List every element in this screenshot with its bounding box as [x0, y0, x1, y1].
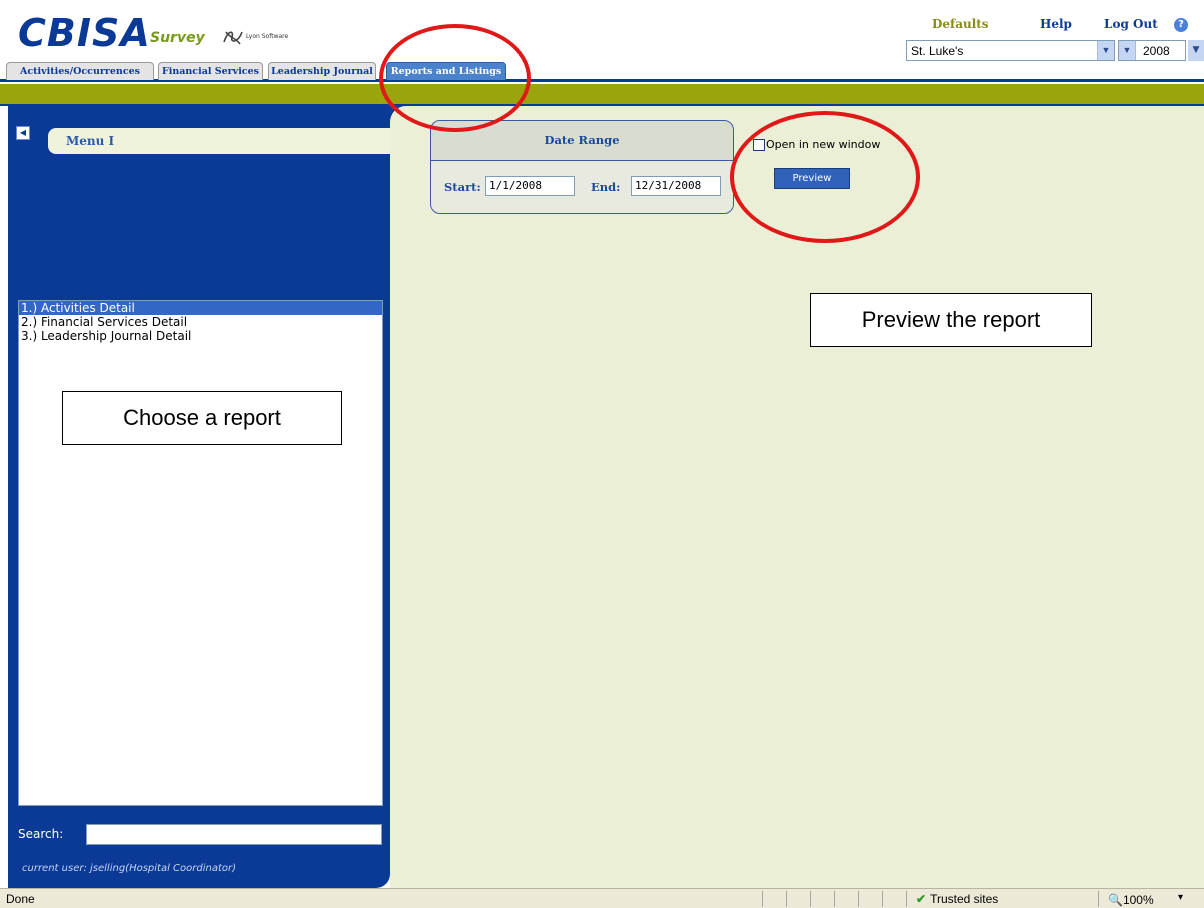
logout-link[interactable]: Log Out [1104, 17, 1158, 31]
highlight-ring [379, 24, 531, 132]
lyon-logo-icon [223, 31, 243, 45]
divider [786, 891, 787, 907]
status-text: Done [6, 892, 35, 906]
divider [810, 891, 811, 907]
date-range-title: Date Range [544, 133, 620, 147]
callout-choose-report: Choose a report [62, 391, 342, 445]
date-range-panel: Date Range Start: 1/1/2008 End: 12/31/20… [430, 120, 734, 214]
callout-preview-report: Preview the report [810, 293, 1092, 347]
list-item[interactable]: 2.) Financial Services Detail [19, 315, 382, 329]
list-item[interactable]: 1.) Activities Detail [19, 301, 382, 315]
accent-bar [0, 84, 1204, 104]
search-input[interactable] [86, 824, 382, 845]
divider [762, 891, 763, 907]
help-link[interactable]: Help [1040, 17, 1072, 31]
tab-bar: Activities/Occurrences Financial Service… [0, 62, 1204, 82]
chevron-down-icon[interactable]: ▼ [1119, 41, 1136, 60]
divider [882, 891, 883, 907]
menu-label: Menu I [66, 134, 115, 148]
logo-survey-text: Survey [150, 30, 205, 46]
app-window: CBISA Survey Lyon Software Defaults Help… [0, 0, 1204, 908]
menu-tab[interactable]: Menu I [48, 128, 398, 154]
hospital-select-value: St. Luke's [911, 44, 964, 58]
divider [834, 891, 835, 907]
cbisa-logo: CBISA [18, 11, 151, 55]
chevron-down-icon[interactable]: ▾ [1178, 892, 1183, 903]
tab-activities-occurrences[interactable]: Activities/Occurrences [6, 62, 154, 80]
magnifier-icon: 🔍 [1108, 893, 1123, 907]
start-label: Start: [444, 180, 481, 194]
search-label: Search: [18, 827, 64, 841]
status-bar: Done ✔ Trusted sites 🔍100% ▾ [0, 888, 1204, 908]
chevron-down-icon[interactable]: ▼ [1097, 41, 1114, 60]
hospital-select[interactable]: St. Luke's ▼ [906, 40, 1115, 61]
end-date-input[interactable]: 12/31/2008 [631, 176, 721, 196]
current-user-text: current user: jselling(Hospital Coordina… [22, 863, 237, 874]
report-list[interactable]: 1.) Activities Detail 2.) Financial Serv… [18, 300, 383, 806]
divider [906, 891, 907, 907]
defaults-link[interactable]: Defaults [932, 17, 989, 31]
end-label: End: [591, 180, 621, 194]
highlight-ring [730, 111, 920, 243]
divider [858, 891, 859, 907]
help-question-icon[interactable]: ? [1174, 18, 1188, 32]
security-zone-label: Trusted sites [930, 892, 999, 906]
year-select-value: 2008 [1143, 44, 1170, 58]
divider [1098, 891, 1099, 907]
year-select[interactable]: ▼ 2008 [1118, 40, 1186, 61]
lyon-software-text: Lyon Software [246, 33, 289, 40]
checkmark-icon: ✔ [916, 892, 927, 906]
chevron-down-icon[interactable]: ▼ [1188, 40, 1204, 61]
lyon-software-logo: Lyon Software [222, 28, 292, 48]
list-item[interactable]: 3.) Leadership Journal Detail [19, 329, 382, 343]
zoom-level: 100% [1122, 893, 1154, 907]
header: CBISA Survey Lyon Software Defaults Help… [0, 0, 1204, 82]
tab-leadership-journal[interactable]: Leadership Journal [268, 62, 376, 80]
collapse-left-icon[interactable]: ◀ [16, 126, 30, 140]
sidebar: ◀ Menu I 1.) Activities Detail 2.) Finan… [8, 106, 398, 888]
zoom-control[interactable]: 🔍100% [1108, 893, 1154, 907]
security-zone: ✔ Trusted sites [916, 892, 998, 906]
start-date-input[interactable]: 1/1/2008 [485, 176, 575, 196]
tab-financial-services[interactable]: Financial Services [158, 62, 263, 80]
